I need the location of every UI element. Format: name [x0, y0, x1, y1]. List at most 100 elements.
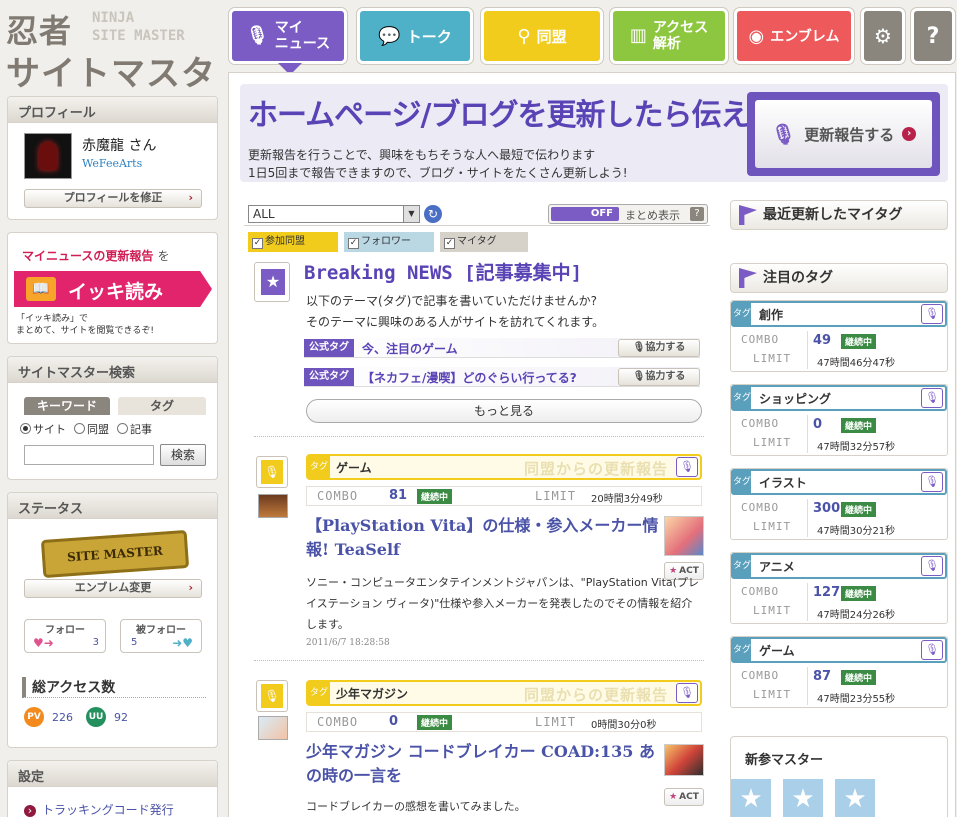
show-more-button[interactable]: もっと見る — [306, 399, 702, 423]
tab-keyword[interactable]: キーワード — [24, 397, 110, 415]
recent-mytag-header[interactable]: 最近更新したマイタグ — [730, 200, 948, 230]
help-icon: ? — [926, 23, 940, 49]
microphone-icon[interactable]: 🎙 — [921, 388, 943, 408]
post-tag-name[interactable]: ゲーム — [336, 459, 372, 476]
hot-tag-name[interactable]: 創作 — [759, 306, 783, 323]
feed-toolbar: ALL ▼ ↻ OFF まとめ表示 ? — [244, 202, 710, 226]
microphone-icon[interactable]: 🎙 — [921, 640, 943, 660]
post-image[interactable] — [664, 744, 704, 776]
new-master-avatar[interactable]: ★ — [731, 779, 771, 817]
filter-tab-mytag[interactable]: ✓ マイタグ — [440, 232, 528, 252]
tab-tag[interactable]: タグ — [118, 397, 206, 415]
new-master-avatar[interactable]: ★ — [835, 779, 875, 817]
nav-tab-mynews[interactable]: 🎙 マイ ニュース — [229, 8, 347, 75]
limit-label: LIMIT — [535, 715, 577, 729]
hot-tag-name[interactable]: ショッピング — [759, 390, 831, 407]
nav-tab-emblem[interactable]: ◉ エンブレム — [734, 8, 854, 64]
microphone-icon[interactable]: 🎙 — [676, 683, 698, 703]
mynews-update-title: マイニュースの更新報告 を — [22, 247, 170, 264]
microphone-icon: 🎙 — [632, 371, 646, 382]
search-button[interactable]: 検索 — [160, 444, 206, 466]
filter-tab-domei[interactable]: ✓ 参加同盟 — [248, 232, 338, 252]
search-input[interactable] — [24, 445, 154, 465]
nav-tab-access[interactable]: ▥ アクセス 解析 — [610, 8, 728, 64]
tag-prefix: タグ — [733, 471, 751, 493]
tracking-code-link[interactable]: トラッキングコード発行 — [24, 801, 174, 817]
post-combo-line: COMBO 81 継続中 LIMIT 20時間3分49秒 — [306, 486, 702, 506]
post-tag-bar: タグ ゲーム 同盟からの更新報告 🎙 — [306, 454, 702, 480]
combo-value: 127 — [813, 585, 841, 600]
hot-tag-name[interactable]: アニメ — [759, 558, 795, 575]
combo-status-badge: 継続中 — [841, 586, 877, 601]
breaking-news-theme-link[interactable]: 今、注目のゲーム — [362, 340, 458, 357]
official-tag-badge: 公式タグ — [304, 339, 354, 357]
post-image[interactable] — [664, 516, 704, 556]
book-icon: 📖 — [26, 277, 56, 301]
banner-headline: ホームページ/ブログを更新したら伝えよう — [248, 98, 808, 133]
radio-article-label: 記事 — [130, 423, 152, 436]
profile-site-link[interactable]: WeFeeArts — [82, 157, 142, 170]
checkbox-domei[interactable]: ✓ — [252, 238, 263, 249]
filter-tab-follower-label: フォロワー — [361, 236, 411, 247]
hot-tag-name[interactable]: イラスト — [759, 474, 807, 491]
site-logo[interactable]: 忍者 NINJA SITE MASTER サイトマスター — [6, 6, 218, 143]
microphone-icon[interactable]: 🎙 — [676, 457, 698, 477]
change-emblem-button[interactable]: エンブレム変更 › — [24, 579, 202, 598]
limit-value: 47時間23分55秒 — [817, 694, 896, 705]
new-master-avatar[interactable]: ★ — [783, 779, 823, 817]
microphone-icon[interactable]: 🎙 — [921, 472, 943, 492]
limit-label: LIMIT — [535, 489, 577, 503]
checkbox-follower[interactable]: ✓ — [348, 238, 359, 249]
microphone-icon[interactable]: 🎙 — [921, 556, 943, 576]
post-title-link[interactable]: 少年マガジン コードブレイカー COAD:135 あの時の一言を — [306, 740, 660, 788]
breaking-news-theme-link[interactable]: 【ネカフェ/漫喫】どのぐらい行ってる? — [362, 369, 577, 386]
combo-value: 0 — [813, 417, 823, 432]
feed-filter-select[interactable]: ALL ▼ — [248, 205, 420, 223]
radio-site[interactable]: サイト — [20, 421, 66, 437]
cooperate-button[interactable]: 🎙協力する — [618, 368, 700, 386]
avatar[interactable] — [24, 133, 72, 179]
gear-icon: ⚙ — [874, 24, 892, 48]
help-button[interactable]: ? — [911, 8, 955, 64]
microphone-icon: 🎙 — [632, 342, 646, 353]
edit-profile-button[interactable]: プロフィールを修正 › — [24, 189, 202, 208]
tag-prefix: タグ — [733, 639, 751, 661]
follow-count-box[interactable]: フォロー ♥➜ 3 — [24, 619, 106, 653]
radio-article[interactable]: 記事 — [117, 421, 152, 437]
profile-header: プロフィール — [8, 97, 217, 123]
settings-box: 設定 トラッキングコード発行 — [7, 760, 218, 817]
radio-domei[interactable]: 同盟 — [74, 421, 109, 437]
post-title-link[interactable]: 【PlayStation Vita】の仕様・参入メーカー情報! TeaSelf — [306, 514, 660, 562]
follow-label: フォロー — [45, 625, 85, 636]
post-tag-prefix: タグ — [308, 456, 330, 478]
nav-tab-talk[interactable]: 💬 トーク — [357, 8, 473, 64]
question-icon[interactable]: ? — [690, 207, 704, 221]
filter-tab-follower[interactable]: ✓ フォロワー — [344, 232, 434, 252]
combo-value: 81 — [389, 488, 408, 503]
combo-label: COMBO — [741, 501, 780, 514]
post-body: コードブレイカーの感想を書いてみました。 — [306, 800, 526, 813]
microphone-icon[interactable]: 🎙 — [921, 304, 943, 324]
post-site-thumbnail[interactable] — [258, 716, 288, 740]
emblem-icon: ◉ — [748, 25, 765, 47]
followed-count-box[interactable]: 被フォロー 5 ➜♥ — [120, 619, 202, 653]
summary-view-toggle[interactable]: OFF — [551, 207, 619, 221]
post-tag-name[interactable]: 少年マガジン — [336, 685, 408, 702]
hot-tag-name[interactable]: ゲーム — [759, 642, 795, 659]
post-date: 2011/6/7 18:28:58 — [306, 638, 390, 648]
nav-tab-domei[interactable]: ⚲ 同盟 — [481, 8, 603, 64]
checkbox-mytag[interactable]: ✓ — [444, 238, 455, 249]
update-report-button[interactable]: 🎙 更新報告する › — [747, 92, 940, 176]
nav-domei-label: 同盟 — [536, 27, 567, 46]
settings-gear-button[interactable]: ⚙ — [861, 8, 905, 64]
ikki-read-button[interactable]: 📖 イッキ読み — [14, 271, 212, 307]
radio-article-dot[interactable] — [117, 423, 128, 434]
radio-site-dot[interactable] — [20, 423, 31, 434]
cooperate-button[interactable]: 🎙協力する — [618, 339, 700, 357]
cooperate-label: 協力する — [645, 371, 686, 382]
post-site-thumbnail[interactable] — [258, 494, 288, 518]
refresh-icon[interactable]: ↻ — [424, 205, 442, 223]
filter-tab-mytag-label: マイタグ — [457, 236, 497, 247]
radio-domei-dot[interactable] — [74, 423, 85, 434]
post-report-label: 同盟からの更新報告 — [523, 686, 668, 704]
